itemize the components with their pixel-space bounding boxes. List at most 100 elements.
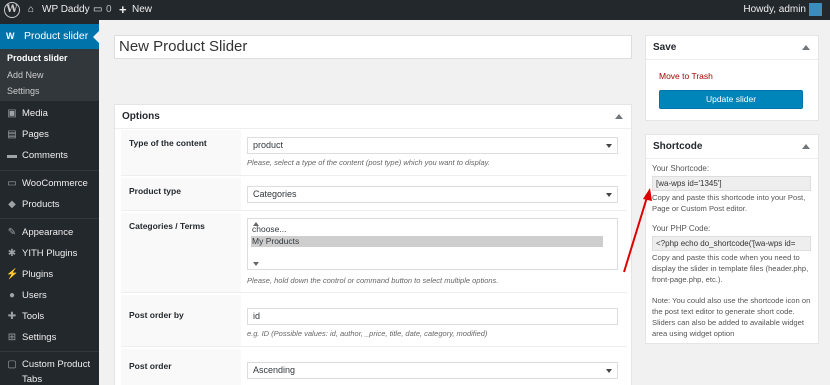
- sidebar-item-custom-product-tabs[interactable]: ▢ Custom Product Tabs: [0, 355, 99, 385]
- sidebar-item-label: Media: [22, 108, 48, 119]
- type-of-content-hint: Please, select a type of the content (po…: [247, 158, 490, 167]
- slider-title-input[interactable]: New Product Slider: [114, 35, 632, 59]
- sidebar-item-label: Product slider: [24, 30, 89, 42]
- save-panel: Save Move to Trash Update slider: [645, 35, 819, 121]
- options-heading[interactable]: Options: [115, 105, 631, 129]
- comments-icon: ▬: [7, 150, 17, 161]
- sidebar-item-label: Appearance: [22, 227, 74, 238]
- account-link[interactable]: Howdy, admin: [743, 0, 806, 20]
- post-order-by-input[interactable]: id: [247, 308, 618, 325]
- comment-count[interactable]: 0: [106, 0, 112, 20]
- type-of-content-row: Type of the content product Please, sele…: [121, 130, 627, 176]
- type-of-content-select[interactable]: product: [247, 137, 618, 154]
- categories-option-selected[interactable]: My Products: [251, 236, 603, 247]
- product-type-row: Product type Categories: [121, 178, 627, 211]
- shortcode-help-text: Copy and paste this shortcode into your …: [652, 193, 806, 213]
- users-icon: ●: [8, 290, 16, 301]
- plus-icon[interactable]: +: [119, 0, 127, 20]
- sidebar-item-pages[interactable]: ▤ Pages: [0, 125, 99, 145]
- sidebar-item-label: Settings: [22, 332, 57, 343]
- menu-separator: [0, 218, 99, 219]
- save-heading[interactable]: Save: [646, 36, 818, 60]
- submenu-item-product-slider[interactable]: Product slider: [7, 53, 68, 63]
- wordpress-logo-icon[interactable]: W: [4, 2, 20, 18]
- sidebar-item-woocommerce[interactable]: ▭ WooCommerce: [0, 174, 99, 194]
- php-code-field[interactable]: <?php echo do_shortcode('[wa-wps id=: [652, 236, 811, 251]
- sidebar-item-label: Plugins: [22, 269, 54, 280]
- sidebar-item-products[interactable]: ◆ Products: [0, 195, 99, 215]
- shortcode-note: Note: You could also use the shortcode i…: [652, 296, 811, 338]
- post-order-select[interactable]: Ascending: [247, 362, 618, 379]
- home-icon[interactable]: ⌂: [28, 0, 34, 20]
- product-type-label: Product type: [129, 186, 181, 196]
- admin-bar: W ⌂ WP Daddy ▭ 0 + New Howdy, admin: [0, 0, 830, 20]
- submenu-item-settings[interactable]: Settings: [7, 86, 40, 96]
- settings-icon: ⊞: [7, 332, 17, 343]
- sidebar-item-label: Tabs: [22, 374, 43, 385]
- sidebar-item-tools[interactable]: ✚ Tools: [0, 307, 99, 327]
- sidebar-item-plugins[interactable]: ⚡ Plugins: [0, 265, 99, 285]
- plugins-icon: ⚡: [6, 269, 19, 280]
- yith-icon: ✱: [7, 248, 17, 259]
- product-type-select[interactable]: Categories: [247, 186, 618, 203]
- product-slider-icon: W: [6, 31, 15, 41]
- sidebar-item-label: Pages: [22, 129, 49, 140]
- your-shortcode-label: Your Shortcode:: [652, 164, 710, 173]
- sidebar-item-label: YITH Plugins: [22, 248, 78, 259]
- sidebar-item-media[interactable]: ▣ Media: [0, 104, 99, 124]
- shortcode-panel: Shortcode Your Shortcode: [wa-wps id='13…: [645, 134, 819, 344]
- type-of-content-label: Type of the content: [129, 138, 207, 148]
- categories-option[interactable]: choose...: [251, 224, 603, 235]
- tools-icon: ✚: [7, 311, 17, 322]
- site-name-link[interactable]: WP Daddy: [42, 0, 90, 20]
- post-order-by-label: Post order by: [129, 310, 184, 320]
- shortcode-field[interactable]: [wa-wps id='1345']: [652, 176, 811, 191]
- sidebar-item-label: Tools: [22, 311, 45, 322]
- menu-separator: [0, 170, 99, 171]
- product-slider-submenu: Product slider Add New Settings: [0, 49, 99, 101]
- comment-icon[interactable]: ▭: [93, 0, 102, 20]
- appearance-icon: ✎: [7, 227, 17, 238]
- sidebar-item-product-slider[interactable]: W Product slider: [0, 24, 99, 49]
- options-panel: Options Type of the content product Plea…: [114, 104, 632, 385]
- chevron-down-icon: [606, 193, 612, 197]
- collapse-toggle-icon[interactable]: [615, 114, 623, 119]
- sidebar-item-settings[interactable]: ⊞ Settings: [0, 328, 99, 348]
- sidebar-item-users[interactable]: ● Users: [0, 286, 99, 306]
- shortcode-heading[interactable]: Shortcode: [646, 135, 818, 159]
- categories-label: Categories / Terms: [129, 221, 205, 231]
- move-to-trash-link[interactable]: Move to Trash: [659, 71, 713, 81]
- current-menu-arrow: [93, 31, 99, 43]
- php-code-help-text: Copy and paste this code when you need t…: [652, 253, 809, 284]
- sidebar-item-label: Products: [22, 199, 60, 210]
- sidebar-item-yith-plugins[interactable]: ✱ YITH Plugins: [0, 244, 99, 264]
- media-icon: ▣: [7, 108, 17, 119]
- admin-sidebar: W Product slider Product slider Add New …: [0, 20, 99, 385]
- collapse-toggle-icon[interactable]: [802, 45, 810, 50]
- pages-icon: ▤: [7, 129, 17, 140]
- scrollbar[interactable]: [251, 220, 260, 268]
- sidebar-item-label: Users: [22, 290, 47, 301]
- sidebar-item-label: WooCommerce: [22, 178, 88, 189]
- scroll-down-icon[interactable]: [253, 262, 259, 266]
- chevron-down-icon: [606, 144, 612, 148]
- post-order-by-row: Post order by id e.g. ID (Possible value…: [121, 295, 627, 347]
- products-icon: ◆: [8, 199, 16, 210]
- post-order-label: Post order: [129, 361, 172, 371]
- categories-multiselect[interactable]: choose... My Products: [247, 218, 618, 270]
- php-code-label: Your PHP Code:: [652, 224, 711, 233]
- menu-separator: [0, 351, 99, 352]
- custom-tabs-icon: ▢: [7, 359, 17, 370]
- woocommerce-icon: ▭: [7, 178, 17, 189]
- sidebar-item-label: Comments: [22, 150, 68, 161]
- collapse-toggle-icon[interactable]: [802, 144, 810, 149]
- categories-hint: Please, hold down the control or command…: [247, 276, 499, 285]
- new-content-link[interactable]: New: [132, 0, 152, 20]
- sidebar-item-comments[interactable]: ▬ Comments: [0, 146, 99, 166]
- submenu-item-add-new[interactable]: Add New: [7, 70, 44, 80]
- scroll-up-icon[interactable]: [253, 222, 259, 226]
- sidebar-item-appearance[interactable]: ✎ Appearance: [0, 223, 99, 243]
- avatar[interactable]: [809, 3, 822, 16]
- categories-row: Categories / Terms choose... My Products…: [121, 213, 627, 293]
- update-slider-button[interactable]: Update slider: [659, 90, 803, 109]
